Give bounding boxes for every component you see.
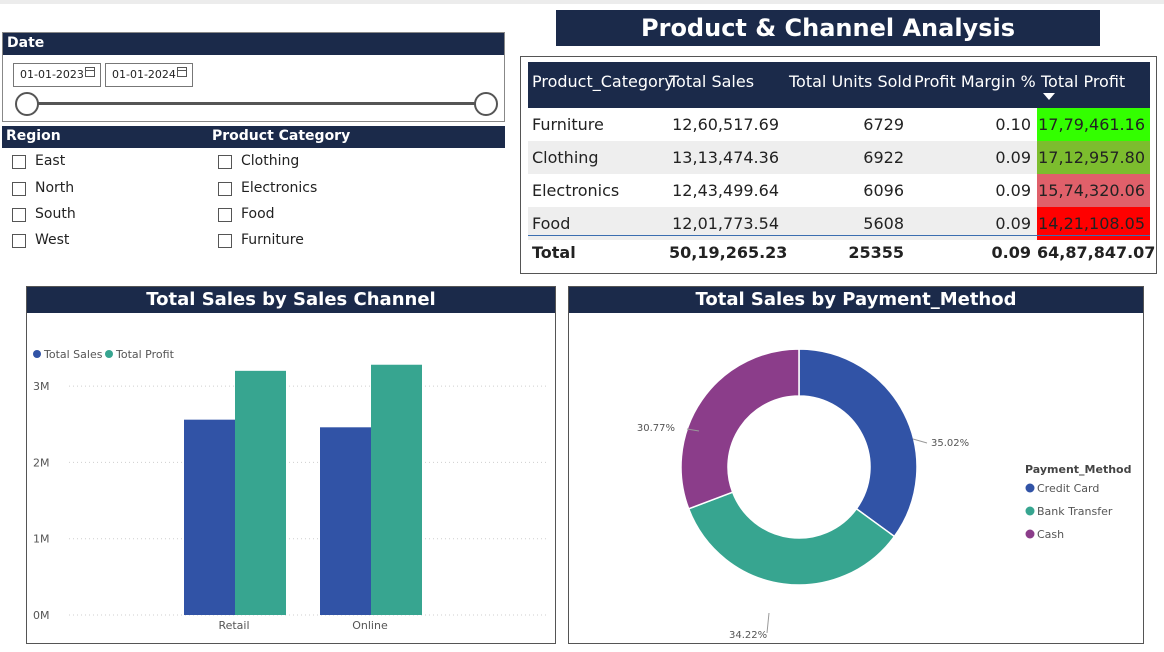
checkbox[interactable] [12,234,26,248]
legend-marker[interactable] [1025,483,1035,493]
legend-title: Payment_Method [1025,463,1131,476]
sort-descending-icon [1043,93,1055,100]
cell-total-margin: 0.09 [991,243,1031,262]
legend-marker[interactable] [1025,506,1035,516]
cell-total-units: 25355 [848,243,904,262]
cell-sales: 12,43,499.64 [672,181,779,200]
cell-units: 6922 [863,148,904,167]
donut-slice-cash[interactable] [680,348,800,510]
checkbox[interactable] [218,182,232,196]
cell-units: 6729 [863,115,904,134]
cell-category: Furniture [532,115,604,134]
legend-label[interactable]: Total Sales [43,348,103,361]
cell-profit: 15,74,320.06 [1037,174,1150,207]
checkbox[interactable] [12,182,26,196]
donut-slice-credit-card[interactable] [798,348,918,538]
cell-total-profit: 64,87,847.07 [1037,243,1156,262]
payment-method-donut-chart: 35.02% 34.22% 30.77% Payment_Method Credit C… [637,348,1131,641]
leader-line [766,612,770,634]
donut-chart-title: Total Sales by Payment_Method [569,287,1143,313]
cell-margin: 0.09 [995,148,1031,167]
option-label: Clothing [241,153,300,169]
date-slicer-header: Date [3,33,504,55]
y-tick-label: 3M [33,380,50,393]
bar-retail-total-sales[interactable] [184,419,235,615]
legend-label[interactable]: Credit Card [1037,482,1099,495]
sales-channel-bar-chart: Total Sales Total Profit 0M 1M 2M 3M Retail Onl… [33,348,547,632]
legend-marker[interactable] [33,350,41,358]
top-strip [0,0,1164,4]
sales-channel-chart-panel: Total Sales by Sales Channel Total Sales… [26,286,556,644]
column-header-product-category[interactable]: Product_Category [532,62,674,108]
bar-online-total-profit[interactable] [371,364,422,615]
date-slicer: Date 01-01-2023 01-01-2024 [2,32,505,122]
option-label: Food [241,206,275,222]
cell-total-label: Total [532,243,576,262]
slider-end-handle[interactable] [474,92,498,116]
table-header: Product_Category Total Sales Total Units… [528,62,1150,108]
slider-start-handle[interactable] [15,92,39,116]
cell-profit: 17,12,957.80 [1037,141,1150,174]
slice-percent-label: 35.02% [931,438,969,449]
y-tick-label: 2M [33,456,50,469]
cell-sales: 12,60,517.69 [672,115,779,134]
checkbox[interactable] [12,208,26,222]
page-title: Product & Channel Analysis [556,10,1100,46]
end-date-input[interactable]: 01-01-2024 [105,63,193,87]
option-label: East [35,153,66,169]
start-date-value: 01-01-2023 [20,68,84,81]
table-row: Clothing 13,13,474.36 6922 0.09 17,12,95… [528,141,1150,174]
column-header-units-sold-label: Total Units Sold [789,72,912,91]
cell-margin: 0.10 [995,115,1031,134]
cell-category: Clothing [532,148,599,167]
legend-label[interactable]: Bank Transfer [1037,505,1113,518]
legend-label[interactable]: Total Profit [115,348,175,361]
checkbox[interactable] [218,208,232,222]
column-header-total-sales[interactable]: Total Sales [669,62,789,108]
option-label: Electronics [241,180,318,196]
option-label: North [35,180,75,196]
slice-percent-label: 34.22% [729,630,767,641]
cell-profit: 17,79,461.16 [1037,108,1150,141]
calendar-icon[interactable] [85,67,95,77]
y-tick-label: 1M [33,533,50,546]
category-slicer-header: Product Category [208,126,505,148]
cell-sales: 13,13,474.36 [672,148,779,167]
x-tick-label: Online [352,619,388,632]
column-header-total-profit-label: Total Profit [1041,72,1126,91]
legend-marker[interactable] [1025,529,1035,539]
column-header-profit-margin[interactable]: Profit Margin % [910,62,1036,108]
bar-online-total-sales[interactable] [320,427,371,615]
region-slicer-header: Region [2,126,208,148]
table-row: Furniture 12,60,517.69 6729 0.10 17,79,4… [528,108,1150,141]
column-header-profit-margin-label: Profit Margin % [914,72,1036,91]
option-label: West [35,232,70,248]
option-label: Furniture [241,232,304,248]
legend-label[interactable]: Cash [1037,528,1064,541]
slice-percent-label: 30.77% [637,423,675,434]
column-header-total-profit[interactable]: Total Profit [1037,62,1150,108]
calendar-icon[interactable] [177,67,187,77]
date-range-slider-track[interactable] [27,102,487,105]
x-tick-label: Retail [218,619,249,632]
product-category-table: Product_Category Total Sales Total Units… [520,56,1157,274]
column-header-units-sold[interactable]: Total Units Sold [789,62,912,108]
table-row: Electronics 12,43,499.64 6096 0.09 15,74… [528,174,1150,207]
legend-marker[interactable] [105,350,113,358]
cell-total-sales: 50,19,265.23 [669,243,788,262]
checkbox[interactable] [12,155,26,169]
payment-method-chart-panel: Total Sales by Payment_Method 35.02% 34.2… [568,286,1144,644]
option-label: South [35,206,76,222]
start-date-input[interactable]: 01-01-2023 [13,63,101,87]
cell-units: 6096 [863,181,904,200]
cell-category: Electronics [532,181,620,200]
checkbox[interactable] [218,234,232,248]
checkbox[interactable] [218,155,232,169]
cell-margin: 0.09 [995,181,1031,200]
table-total-row: Total 50,19,265.23 25355 0.09 64,87,847.… [528,235,1156,268]
bar-retail-total-profit[interactable] [235,370,286,615]
bar-chart-title: Total Sales by Sales Channel [27,287,555,313]
y-tick-label: 0M [33,609,50,622]
end-date-value: 01-01-2024 [112,68,176,81]
